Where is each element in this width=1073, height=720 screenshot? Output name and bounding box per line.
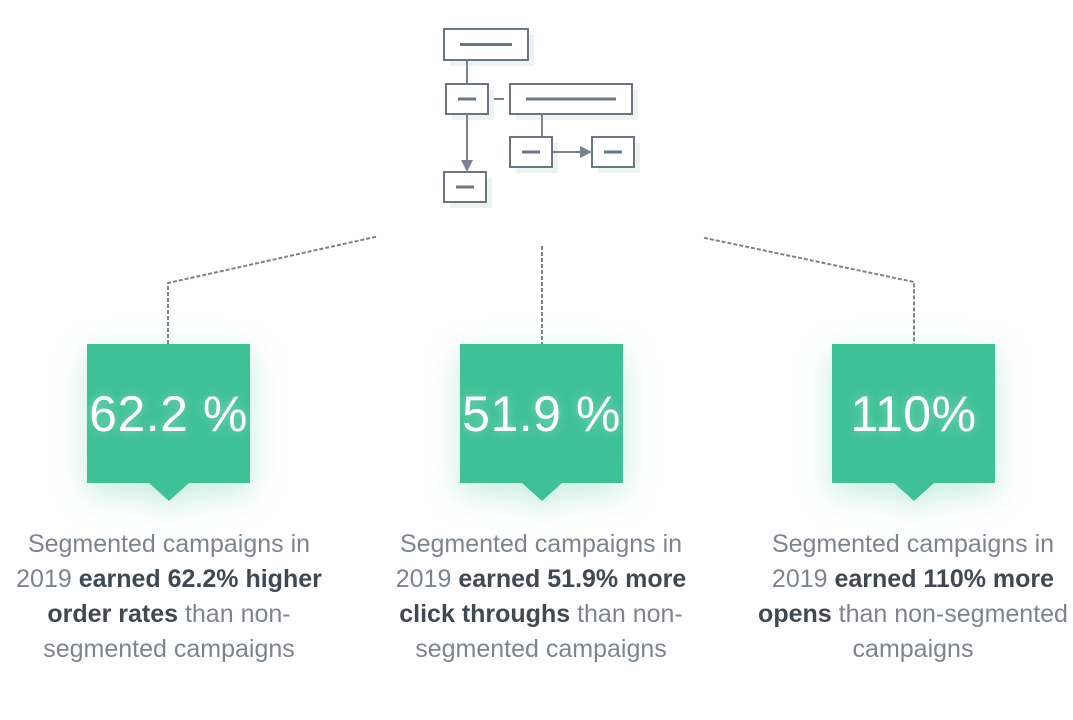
stat-value: 110% [850, 385, 977, 442]
stat-card-opens[interactable]: 110% [832, 344, 995, 501]
caption-order-rates: Segmented campaigns in 2019 earned 62.2%… [4, 527, 334, 667]
stat-card-pointer [893, 483, 934, 501]
stat-card-pointer [521, 483, 562, 501]
caption-click-throughs: Segmented campaigns in 2019 earned 51.9%… [376, 527, 706, 667]
connector-left [167, 235, 377, 346]
stat-card-pointer [148, 483, 189, 501]
flowchart-node-5 [591, 136, 635, 168]
captions-row: Segmented campaigns in 2019 earned 62.2%… [0, 527, 1073, 717]
stat-card-click-throughs[interactable]: 51.9 % [460, 344, 623, 501]
stat-cards-row: 62.2 % 51.9 % 110% [0, 344, 1073, 504]
stat-card-body: 110% [832, 344, 995, 483]
stat-card-body: 51.9 % [460, 344, 623, 483]
flowchart-node-1 [443, 28, 529, 61]
stat-card-body: 62.2 % [87, 344, 250, 483]
stat-value: 62.2 % [89, 385, 248, 442]
dotted-connectors [167, 235, 915, 346]
flowchart-node-4 [509, 136, 553, 168]
caption-tail-text: than non-segmented campaigns [831, 600, 1068, 663]
flowchart-node-2 [445, 83, 489, 115]
flowchart-node-3 [509, 83, 633, 115]
stat-value: 51.9 % [462, 385, 621, 442]
workflow-flowchart-illustration [443, 28, 640, 208]
connector-right [703, 236, 915, 346]
flowchart-node-6 [443, 171, 487, 203]
caption-opens: Segmented campaigns in 2019 earned 110% … [748, 527, 1073, 667]
stat-card-order-rates[interactable]: 62.2 % [87, 344, 250, 501]
